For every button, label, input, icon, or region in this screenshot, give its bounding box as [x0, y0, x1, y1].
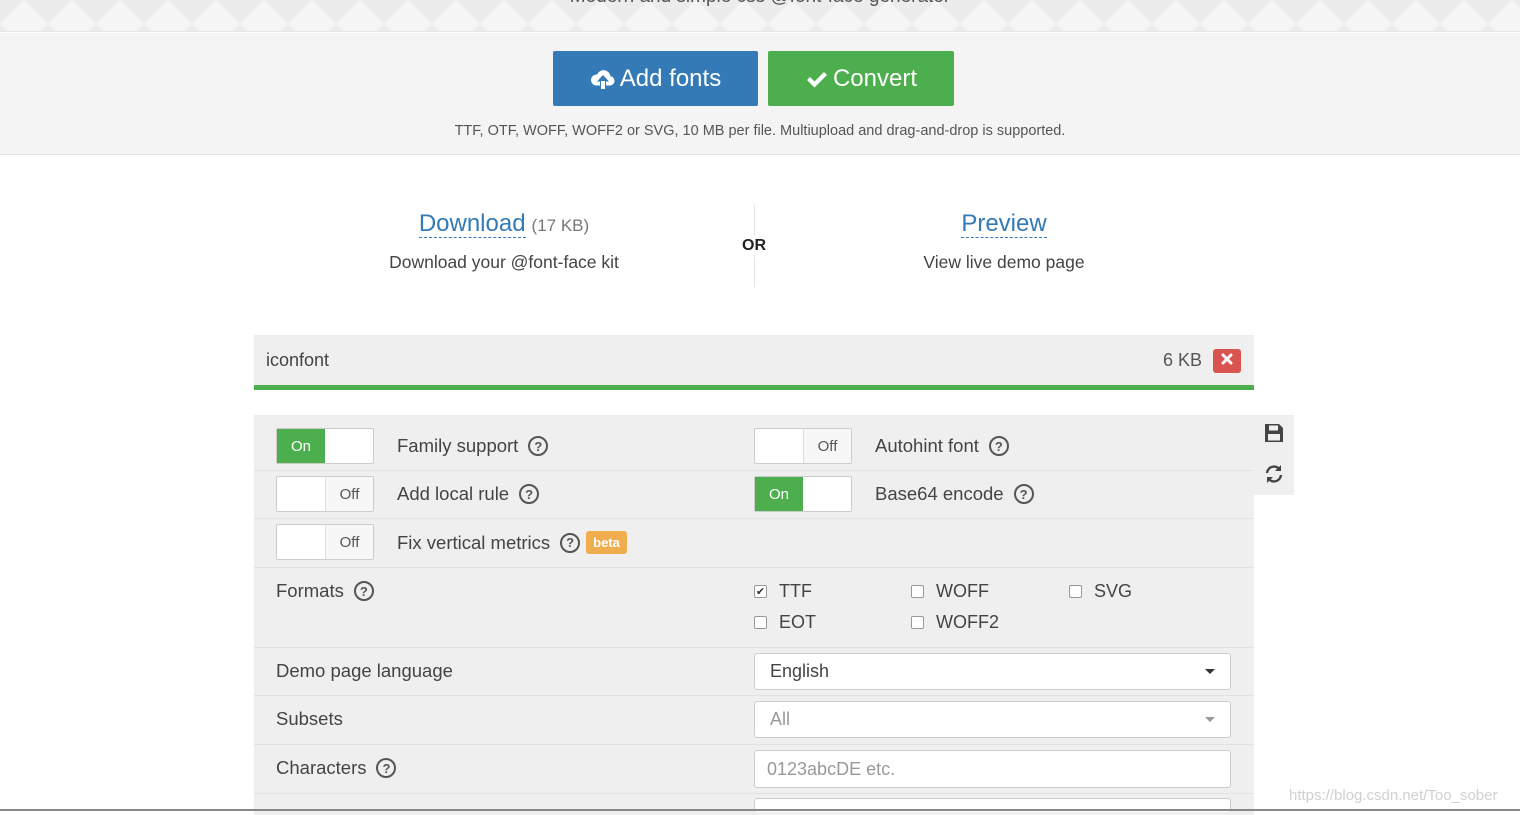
- refresh-icon[interactable]: [1263, 463, 1285, 485]
- preview-link[interactable]: Preview: [961, 210, 1047, 238]
- demo-language-text: Demo page language: [276, 660, 453, 681]
- format-checkbox-svg[interactable]: SVG: [1069, 581, 1132, 602]
- convert-button[interactable]: Convert: [768, 51, 954, 106]
- row-divider: [254, 793, 1254, 794]
- row-divider: [254, 695, 1254, 696]
- base64-encode-label: Base64 encode ?: [875, 483, 1034, 505]
- side-tools: [1254, 415, 1294, 495]
- check-icon: [805, 69, 829, 89]
- row-divider: [254, 518, 1254, 519]
- checkbox[interactable]: [911, 585, 924, 598]
- row-divider: [254, 567, 1254, 568]
- watermark: https://blog.csdn.net/Too_sober: [1289, 787, 1498, 804]
- help-icon[interactable]: ?: [353, 581, 374, 601]
- beta-badge: beta: [586, 531, 627, 554]
- checkbox[interactable]: [911, 616, 924, 629]
- convert-label: Convert: [832, 64, 918, 92]
- download-link[interactable]: Download: [418, 210, 526, 238]
- format-checkbox-woff[interactable]: WOFF: [911, 581, 989, 602]
- format-checkbox-ttf[interactable]: ✔ TTF: [754, 581, 812, 602]
- format-checkbox-eot[interactable]: EOT: [754, 612, 816, 633]
- base64-encode-toggle[interactable]: On: [754, 476, 852, 512]
- toggle-state: On: [277, 429, 325, 463]
- formats-text: Formats: [276, 580, 344, 601]
- chevron-down-icon: [1205, 717, 1215, 722]
- toggle-state: On: [755, 477, 803, 511]
- preview-subtitle: View live demo page: [923, 252, 1085, 272]
- remove-file-button[interactable]: [1213, 349, 1241, 373]
- download-section: Download (17 KB) Download your @font-face…: [354, 210, 654, 273]
- window-bottom-edge: [0, 809, 1520, 811]
- add-local-rule-toggle[interactable]: Off: [276, 476, 374, 512]
- checkbox[interactable]: [1069, 585, 1082, 598]
- subsets-value: All: [770, 709, 791, 729]
- toggle-state: Off: [325, 477, 373, 511]
- file-name: iconfont: [266, 350, 330, 370]
- characters-label: Characters ?: [276, 757, 397, 779]
- tagline: Modern and simple css @font-face generat…: [0, 0, 1520, 8]
- toggle-state: Off: [803, 429, 851, 463]
- toggle-state: Off: [325, 525, 373, 559]
- row-divider: [254, 647, 1254, 648]
- add-local-rule-text: Add local rule: [397, 483, 510, 504]
- demo-language-select[interactable]: English: [754, 653, 1231, 690]
- row-divider: [254, 470, 1254, 471]
- help-icon[interactable]: ?: [560, 532, 581, 553]
- row-divider: [254, 744, 1254, 745]
- demo-language-label: Demo page language: [276, 660, 453, 682]
- autohint-font-label: Autohint font ?: [875, 435, 1009, 457]
- help-icon[interactable]: ?: [988, 436, 1009, 456]
- upload-hint: TTF, OTF, WOFF, WOFF2 or SVG, 10 MB per …: [454, 123, 1066, 139]
- save-icon[interactable]: [1263, 422, 1285, 444]
- fix-vertical-metrics-label: Fix vertical metrics ? beta: [397, 531, 627, 554]
- download-subtitle: Download your @font-face kit: [389, 252, 619, 272]
- help-icon[interactable]: ?: [376, 758, 397, 778]
- format-label: TTF: [779, 581, 812, 601]
- add-fonts-button[interactable]: Add fonts: [553, 51, 758, 106]
- subsets-text: Subsets: [276, 708, 343, 729]
- subsets-label: Subsets: [276, 708, 343, 730]
- format-label: WOFF: [936, 581, 989, 601]
- family-support-text: Family support: [397, 435, 519, 456]
- format-label: SVG: [1094, 581, 1133, 601]
- cloud-upload-icon: [590, 68, 616, 90]
- help-icon[interactable]: ?: [528, 436, 549, 456]
- family-support-label: Family support ?: [397, 435, 549, 457]
- characters-text: Characters: [276, 757, 367, 778]
- autohint-font-text: Autohint font: [875, 435, 979, 456]
- font-file-bar: iconfont 6 KB: [254, 335, 1254, 385]
- formats-label: Formats ?: [276, 580, 374, 602]
- upload-progress-bar: [254, 385, 1254, 390]
- autohint-font-toggle[interactable]: Off: [754, 428, 852, 464]
- file-size: 6 KB: [1162, 350, 1202, 370]
- preview-section: Preview View live demo page: [854, 210, 1154, 273]
- add-local-rule-label: Add local rule ?: [397, 483, 540, 505]
- format-label: WOFF2: [936, 612, 999, 632]
- checkbox-checked[interactable]: ✔: [754, 585, 767, 598]
- close-icon: [1221, 352, 1233, 370]
- header-banner: Modern and simple css @font-face generat…: [0, 0, 1520, 32]
- chevron-down-icon: [1205, 669, 1215, 674]
- fix-vertical-metrics-toggle[interactable]: Off: [276, 524, 374, 560]
- base64-encode-text: Base64 encode: [875, 483, 1004, 504]
- subsets-select[interactable]: All: [754, 701, 1231, 738]
- add-fonts-label: Add fonts: [619, 64, 722, 92]
- format-label: EOT: [779, 612, 817, 632]
- fix-vertical-metrics-text: Fix vertical metrics: [397, 531, 551, 553]
- download-size: (17 KB): [531, 216, 590, 235]
- format-checkbox-woff2[interactable]: WOFF2: [911, 612, 999, 633]
- family-support-toggle[interactable]: On: [276, 428, 374, 464]
- demo-language-value: English: [770, 661, 830, 681]
- or-label: OR: [738, 235, 770, 257]
- characters-input[interactable]: [754, 750, 1231, 788]
- upload-area: Add fonts Convert TTF, OTF, WOFF, WOFF2 …: [0, 33, 1520, 155]
- checkbox[interactable]: [754, 616, 767, 629]
- help-icon[interactable]: ?: [519, 484, 540, 504]
- help-icon[interactable]: ?: [1013, 484, 1034, 504]
